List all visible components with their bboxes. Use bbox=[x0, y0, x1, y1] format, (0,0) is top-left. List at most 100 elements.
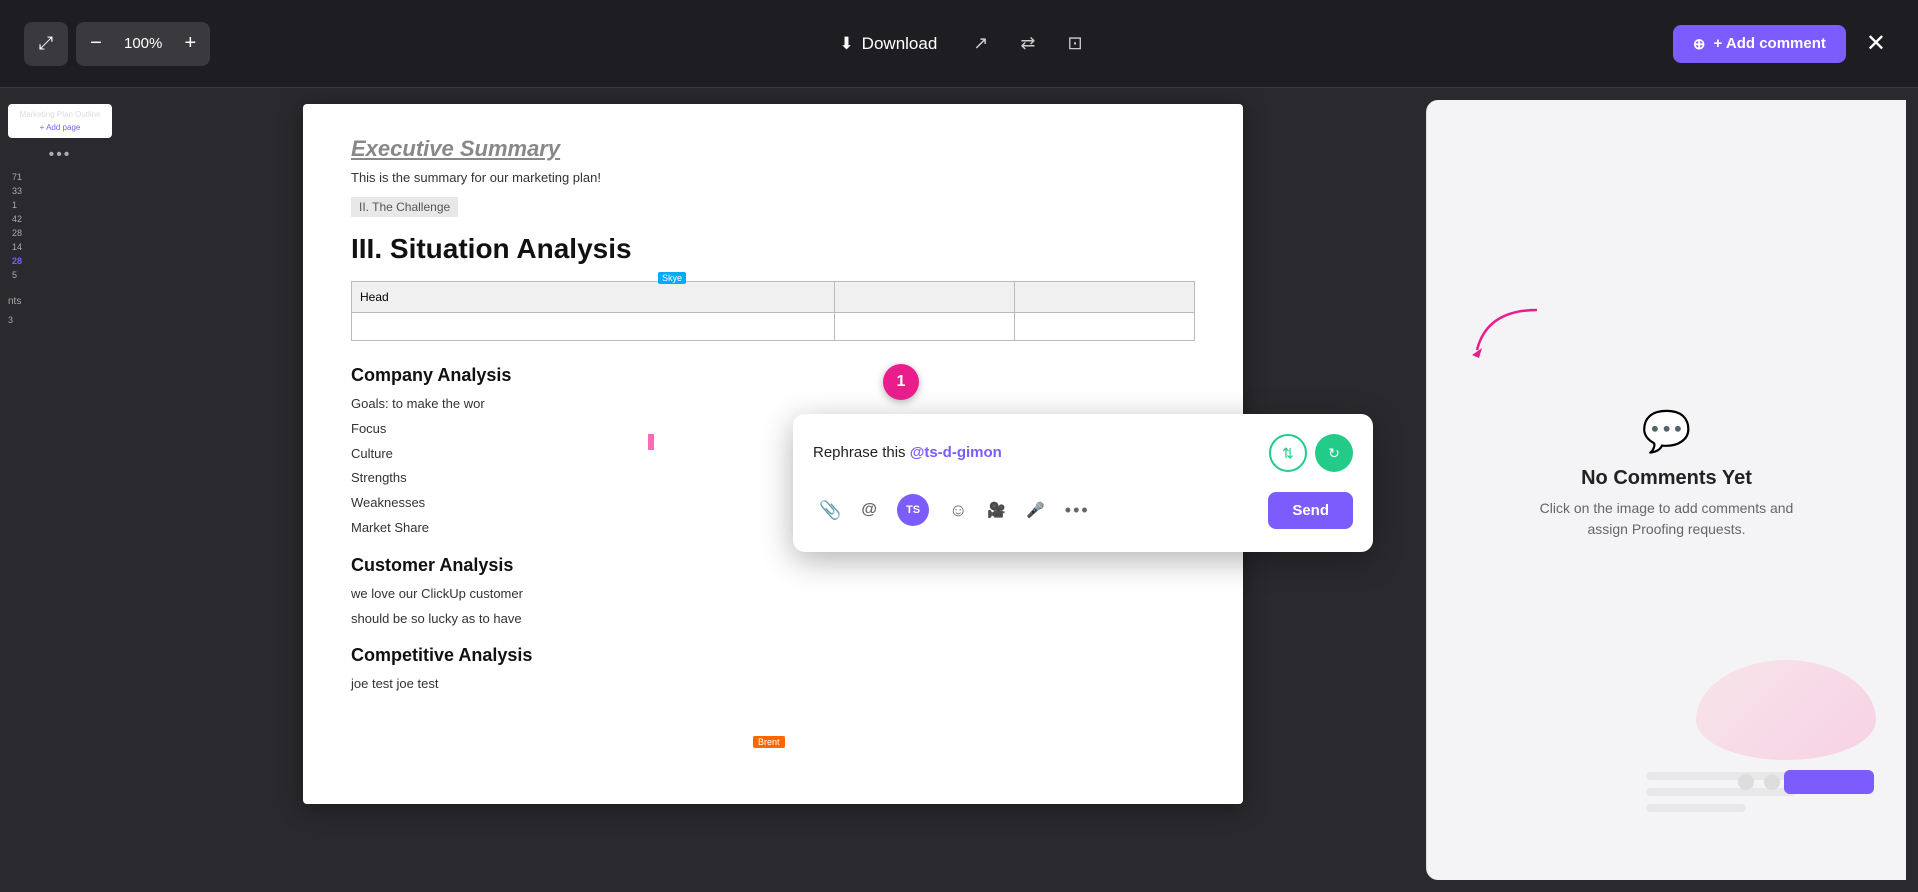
expand-icon: ⤢ bbox=[39, 33, 53, 54]
table-header-cell: Head bbox=[352, 282, 835, 313]
comment-input-row: Rephrase this @ts-d-gimon ⇅ ↻ bbox=[813, 434, 1353, 472]
close-button[interactable]: ✕ bbox=[1858, 21, 1894, 66]
at-icon: @ bbox=[861, 501, 877, 519]
download-icon: ⬇ bbox=[839, 34, 853, 54]
zoom-group: − 100% + bbox=[76, 22, 210, 66]
line-num-1: 1 bbox=[12, 200, 112, 210]
toolbar-center-group: ⬇ Download ↗ ⇄ ⊡ bbox=[827, 25, 1090, 62]
line-num-14: 14 bbox=[12, 242, 112, 252]
doc-table: Head bbox=[351, 281, 1195, 341]
avatar-button[interactable]: TS bbox=[891, 488, 935, 532]
main-area: Marketing Plan Outline + Add page ••• 71… bbox=[0, 88, 1918, 892]
table-row-1-col-2 bbox=[835, 313, 1015, 341]
right-panel: 💬 No Comments Yet Click on the image to … bbox=[1426, 100, 1906, 880]
video-button[interactable]: 🎥 bbox=[981, 495, 1012, 525]
add-comment-plus-icon: ⊕ bbox=[1693, 35, 1706, 53]
left-sidebar: Marketing Plan Outline + Add page ••• 71… bbox=[0, 88, 120, 892]
deco-dot-2 bbox=[1764, 774, 1780, 790]
pink-cursor-marker bbox=[648, 434, 654, 450]
deco-dot-1 bbox=[1738, 774, 1754, 790]
sidebar-thumbnail[interactable]: Marketing Plan Outline + Add page bbox=[8, 104, 112, 138]
doc-section-iii-heading: III. Situation Analysis bbox=[351, 233, 1195, 265]
no-comments-title: No Comments Yet bbox=[1581, 467, 1752, 490]
attachment-button[interactable]: 📎 bbox=[813, 494, 847, 527]
deco-purple-bar bbox=[1784, 770, 1874, 794]
sidebar-section-label: nts bbox=[8, 296, 112, 307]
comment-more-icon: ••• bbox=[1065, 500, 1090, 521]
ai-arrows-icon: ⇅ bbox=[1282, 445, 1294, 462]
sidebar-page-num-3: 3 bbox=[8, 315, 112, 325]
toolbar-left-group: ⤢ − 100% + bbox=[24, 22, 210, 66]
zoom-out-button[interactable]: − bbox=[76, 22, 116, 66]
doc-competitive-analysis-title: Competitive Analysis bbox=[351, 645, 1195, 666]
zoom-value-label: 100% bbox=[116, 35, 170, 52]
toolbar: ⤢ − 100% + ⬇ Download ↗ ⇄ ⊡ ⊕ + Add comm… bbox=[0, 0, 1918, 88]
sidebar-more-dots[interactable]: ••• bbox=[8, 146, 112, 164]
share-icon: ⇄ bbox=[1020, 33, 1035, 54]
doc-customer-analysis-title: Customer Analysis bbox=[351, 555, 1195, 576]
no-comments-description: Click on the image to add comments and a… bbox=[1527, 498, 1807, 540]
doc-customer-text-1: we love our ClickUp customer bbox=[351, 584, 1195, 605]
doc-company-analysis-title: Company Analysis bbox=[351, 365, 1195, 386]
table-row-1-col-3 bbox=[1015, 313, 1195, 341]
add-comment-button[interactable]: ⊕ + Add comment bbox=[1673, 25, 1846, 63]
no-comments-container: 💬 No Comments Yet Click on the image to … bbox=[1527, 408, 1807, 572]
deco-line-3 bbox=[1646, 804, 1746, 812]
table-cell-2 bbox=[1015, 282, 1195, 313]
doc-customer-text-2: should be so lucky as to have bbox=[351, 609, 1195, 630]
mic-button[interactable]: 🎤 bbox=[1020, 495, 1051, 525]
comment-more-button[interactable]: ••• bbox=[1059, 494, 1096, 527]
expand-button[interactable]: ⤢ bbox=[24, 22, 68, 66]
open-new-tab-button[interactable]: ↗ bbox=[965, 25, 996, 62]
share-button[interactable]: ⇄ bbox=[1012, 25, 1043, 62]
doc-exec-summary-title: Executive Summary bbox=[351, 136, 1195, 162]
emoji-button[interactable]: ☺ bbox=[943, 494, 973, 527]
comment-toolbar-icons-group: 📎 @ TS ☺ 🎥 bbox=[813, 488, 1096, 532]
add-comment-label: + Add comment bbox=[1714, 35, 1826, 52]
line-num-42: 42 bbox=[12, 214, 112, 224]
pink-deco-shape bbox=[1696, 660, 1876, 760]
document-paper: Executive Summary This is the summary fo… bbox=[303, 104, 1243, 804]
comment-popup: Rephrase this @ts-d-gimon ⇅ ↻ � bbox=[793, 414, 1373, 552]
skye-user-badge: Skye bbox=[658, 272, 686, 284]
download-button[interactable]: ⬇ Download bbox=[827, 26, 949, 62]
mic-icon: 🎤 bbox=[1026, 501, 1045, 519]
line-num-5: 5 bbox=[12, 270, 112, 280]
comment-avatar: TS bbox=[897, 494, 929, 526]
sidebar-add-page[interactable]: + Add page bbox=[12, 123, 108, 132]
send-label: Send bbox=[1292, 502, 1329, 519]
brent-user-badge: Brent bbox=[753, 736, 785, 748]
attachment-icon: 📎 bbox=[819, 500, 841, 521]
comment-mention-tag: @ts-d-gimon bbox=[910, 444, 1002, 461]
doc-exec-summary-text: This is the summary for our marketing pl… bbox=[351, 170, 1195, 185]
line-num-28a: 28 bbox=[12, 228, 112, 238]
mention-button[interactable]: @ bbox=[855, 495, 883, 525]
video-icon: 🎥 bbox=[987, 501, 1006, 519]
zoom-in-button[interactable]: + bbox=[170, 22, 210, 66]
more-options-button[interactable]: ⊡ bbox=[1059, 25, 1090, 62]
doc-company-goals: Goals: to make the wor bbox=[351, 394, 1195, 415]
close-icon: ✕ bbox=[1866, 30, 1886, 57]
no-comments-icon: 💬 bbox=[1642, 408, 1692, 455]
table-cell-1 bbox=[835, 282, 1015, 313]
open-new-tab-icon: ↗ bbox=[973, 33, 988, 54]
document-area[interactable]: Executive Summary This is the summary fo… bbox=[120, 88, 1426, 892]
line-num-33: 33 bbox=[12, 186, 112, 196]
more-options-icon: ⊡ bbox=[1067, 33, 1082, 54]
comment-toolbar: 📎 @ TS ☺ 🎥 bbox=[813, 488, 1353, 532]
download-label: Download bbox=[862, 34, 938, 54]
ai-rephrase-button[interactable]: ⇅ bbox=[1269, 434, 1307, 472]
doc-section-ii-label: II. The Challenge bbox=[351, 197, 458, 217]
comment-ai-buttons: ⇅ ↻ bbox=[1269, 434, 1353, 472]
send-button[interactable]: Send bbox=[1268, 492, 1353, 529]
ai-rotate-icon: ↻ bbox=[1328, 445, 1340, 462]
sidebar-doc-title: Marketing Plan Outline bbox=[12, 110, 108, 119]
table-row-1-col-1 bbox=[352, 313, 835, 341]
comment-prefix-text: Rephrase this bbox=[813, 444, 910, 461]
doc-competitive-text: joe test joe test bbox=[351, 674, 1195, 695]
ai-generate-button[interactable]: ↻ bbox=[1315, 434, 1353, 472]
comment-marker-1[interactable]: 1 bbox=[883, 364, 919, 400]
line-num-71: 71 bbox=[12, 172, 112, 182]
comment-number: 1 bbox=[897, 373, 906, 391]
sidebar-line-numbers: 71 33 1 42 28 14 28 5 bbox=[8, 172, 112, 280]
